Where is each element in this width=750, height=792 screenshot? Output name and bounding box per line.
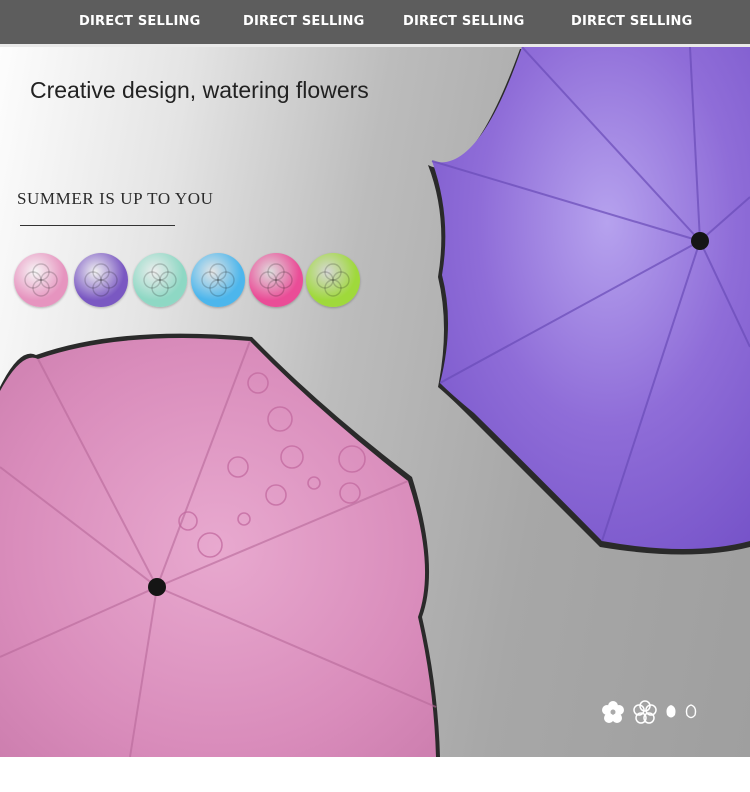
nav-item-direct-selling-3[interactable]: DIRECT SELLING <box>403 14 524 29</box>
nav-item-direct-selling-4[interactable]: DIRECT SELLING <box>571 14 692 29</box>
swatch-pink[interactable] <box>14 253 68 307</box>
purple-umbrella-tip <box>691 232 709 250</box>
flower-outline-icon <box>633 700 657 724</box>
pink-umbrella-tip <box>148 578 166 596</box>
swatch-lime[interactable] <box>306 253 360 307</box>
product-banner: Creative design, watering flowers SUMMER… <box>0 47 750 757</box>
nav-item-direct-selling-1[interactable]: DIRECT SELLING <box>79 14 200 29</box>
top-nav-bar: DIRECT SELLING DIRECT SELLING DIRECT SEL… <box>0 0 750 47</box>
subhead-underline <box>20 225 175 226</box>
swatch-rose[interactable] <box>249 253 303 307</box>
swatch-sky-blue[interactable] <box>191 253 245 307</box>
flower-icon <box>602 701 624 723</box>
umbrella-illustration <box>0 47 750 757</box>
pink-umbrella <box>0 333 440 757</box>
nav-item-direct-selling-2[interactable]: DIRECT SELLING <box>243 14 364 29</box>
flower-icon-row <box>600 699 700 725</box>
banner-headline: Creative design, watering flowers <box>30 77 369 103</box>
purple-umbrella <box>428 47 750 555</box>
swatch-mint[interactable] <box>133 253 187 307</box>
color-swatches <box>14 253 374 309</box>
swatch-purple[interactable] <box>74 253 128 307</box>
petal-outline-icon <box>685 704 697 719</box>
banner-subhead: SUMMER IS UP TO YOU <box>17 189 214 208</box>
petal-icon <box>666 705 676 718</box>
